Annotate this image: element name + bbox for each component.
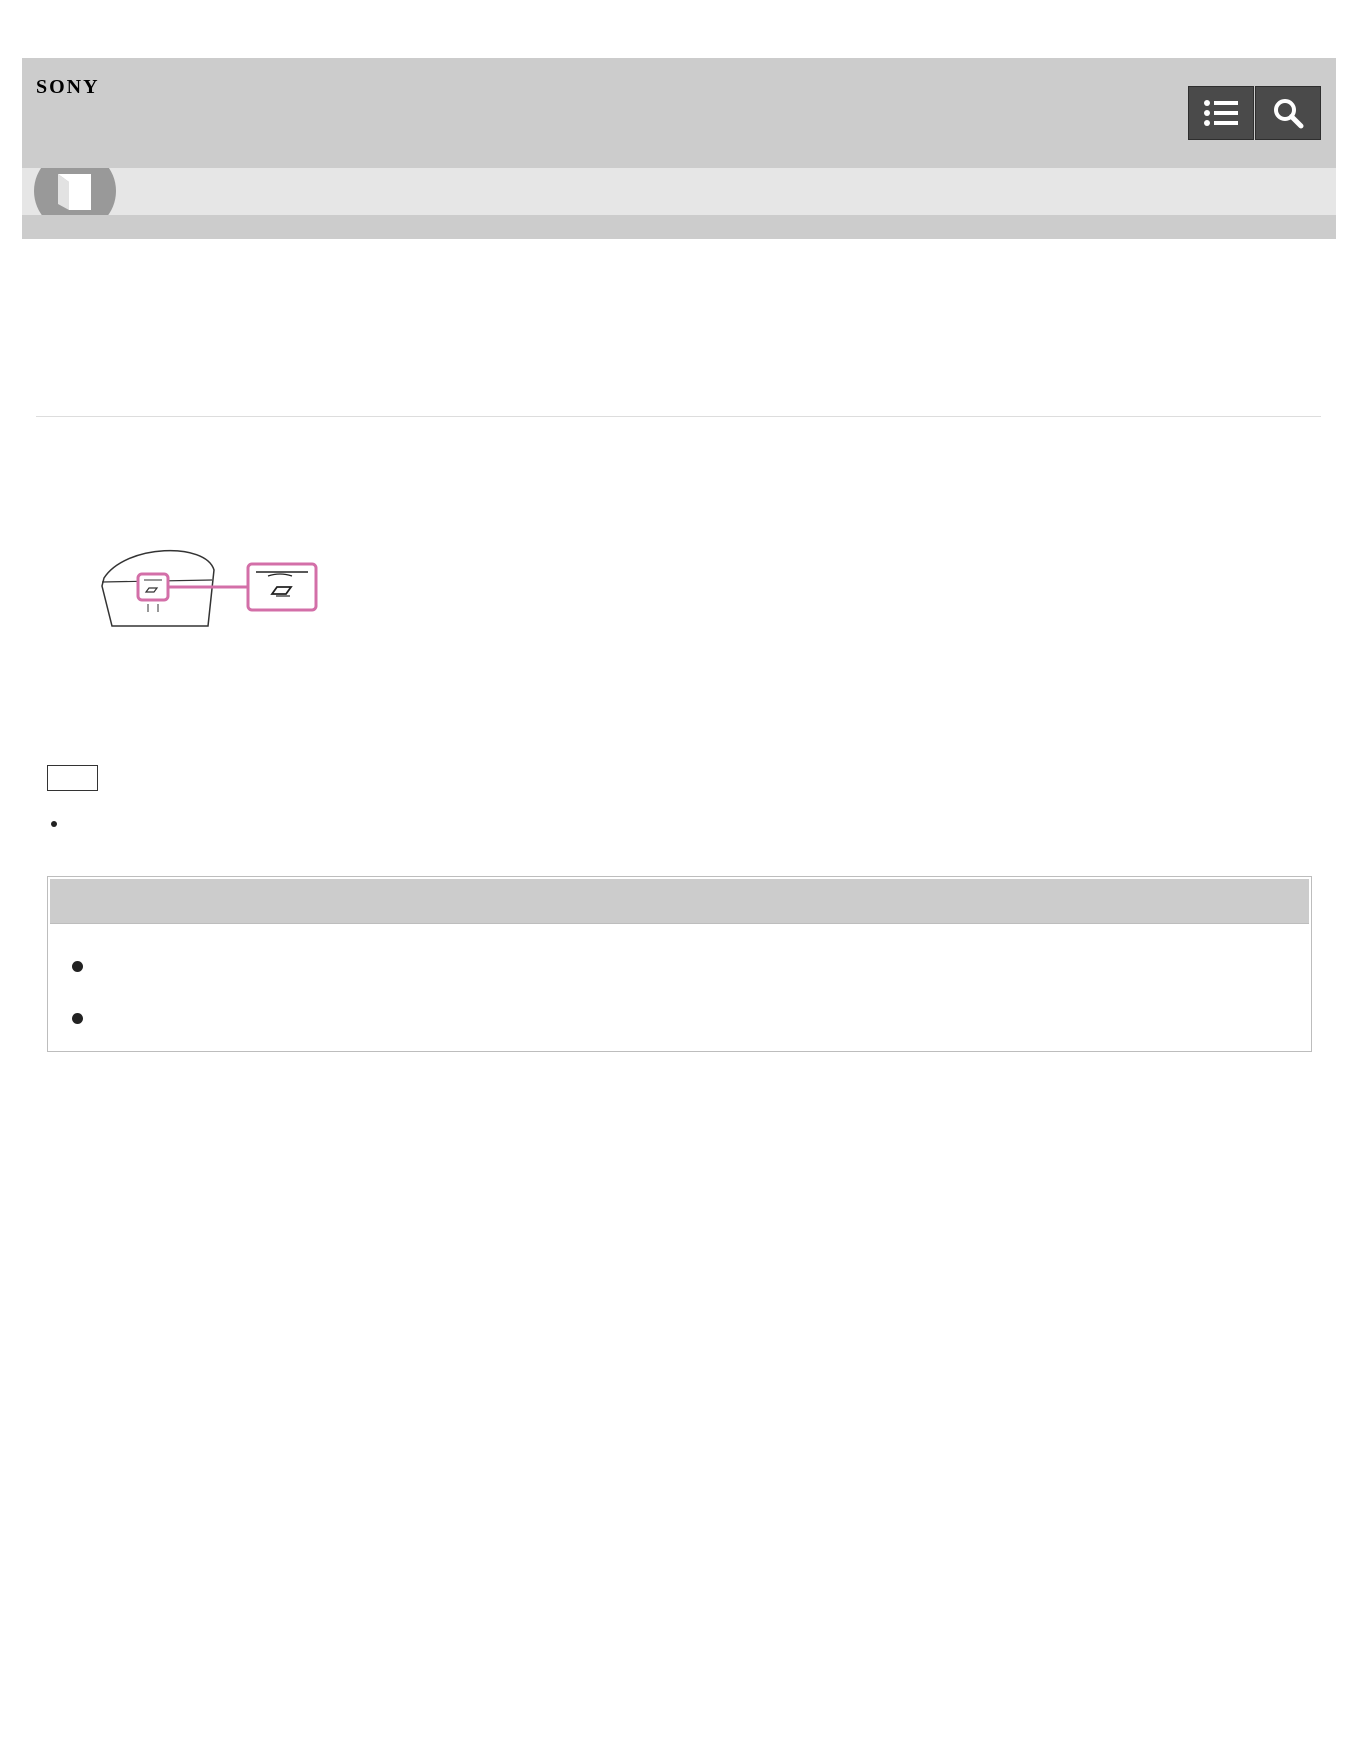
related-topics-heading bbox=[50, 879, 1309, 924]
site-header: SONY bbox=[22, 58, 1336, 168]
related-bullet bbox=[72, 1013, 83, 1024]
table-of-contents-button[interactable] bbox=[1188, 86, 1254, 140]
search-button[interactable] bbox=[1255, 86, 1321, 140]
section-bar bbox=[22, 168, 1336, 215]
note-bullet bbox=[51, 821, 57, 827]
header-bottom-strip bbox=[22, 215, 1336, 239]
sony-logo[interactable]: SONY bbox=[36, 76, 100, 99]
related-topics-box bbox=[47, 876, 1312, 1052]
list-icon bbox=[1204, 100, 1238, 126]
title-divider bbox=[36, 416, 1321, 417]
book-icon[interactable] bbox=[34, 168, 116, 215]
note-label bbox=[47, 765, 98, 791]
search-icon bbox=[1274, 99, 1304, 129]
related-bullet bbox=[72, 961, 83, 972]
charging-case-illustration bbox=[96, 548, 326, 632]
